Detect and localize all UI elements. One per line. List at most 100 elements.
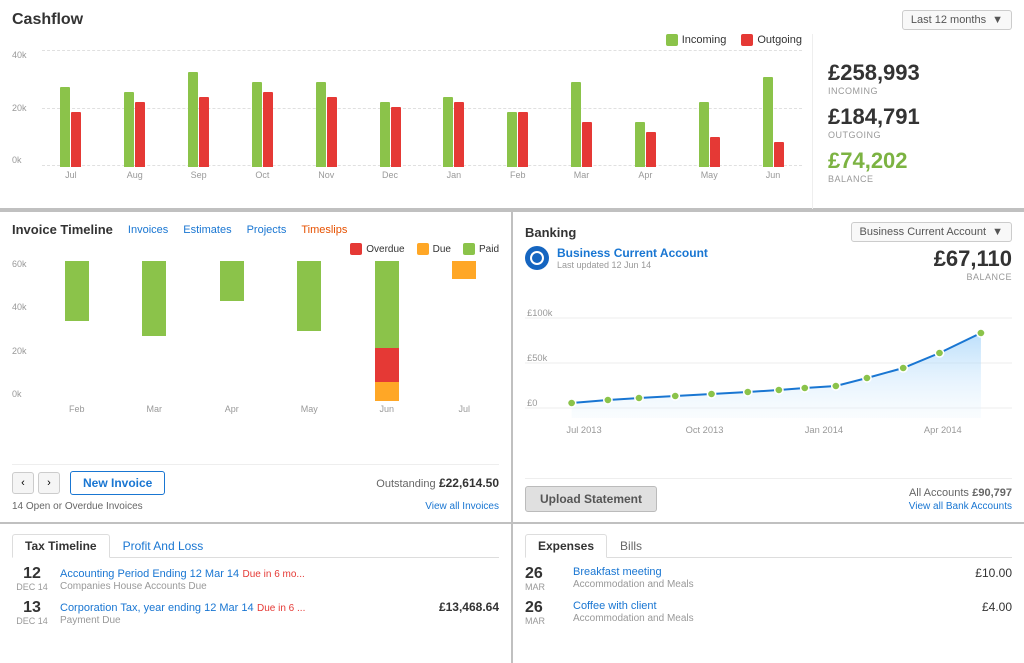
banking-header: Business Current Account Last updated 12… — [525, 246, 1012, 282]
new-invoice-button[interactable]: New Invoice — [70, 471, 165, 495]
expense-amount-1: £10.00 — [975, 566, 1012, 580]
inv-bar-group: Jul — [430, 261, 500, 414]
next-button[interactable]: › — [38, 472, 60, 494]
all-accounts-amount: £90,797 — [972, 487, 1012, 499]
outgoing-bar — [646, 132, 656, 167]
paid-bar — [220, 261, 244, 301]
outgoing-bar — [327, 97, 337, 167]
tax-entry-1: 12 DEC 14 Accounting Period Ending 12 Ma… — [12, 566, 499, 592]
svg-text:Jul 2013: Jul 2013 — [566, 425, 601, 435]
outgoing-bar — [135, 102, 145, 167]
outgoing-label: OUTGOING — [828, 130, 1012, 140]
inv-bar-group: Apr — [197, 261, 267, 414]
inv-bar-group: May — [275, 261, 345, 414]
cashflow-chart: Incoming Outgoing 40k 20k — [12, 34, 802, 209]
incoming-bar — [380, 102, 390, 167]
outstanding-amount: £22,614.50 — [439, 476, 499, 490]
upload-statement-button[interactable]: Upload Statement — [525, 486, 657, 512]
outgoing-bar — [774, 142, 784, 167]
all-accounts-label: All Accounts — [909, 487, 969, 499]
svg-text:Apr 2014: Apr 2014 — [924, 425, 962, 435]
bank-logo — [525, 246, 549, 270]
tab-timeslips[interactable]: Timeslips — [301, 224, 347, 236]
svg-text:£0: £0 — [527, 398, 537, 408]
period-selector[interactable]: Last 12 months ▼ — [902, 10, 1012, 30]
line-chart-svg: £100k £50k £0 — [525, 288, 1012, 438]
bills-tab[interactable]: Bills — [607, 534, 655, 558]
due-bar — [452, 261, 476, 279]
incoming-bar — [571, 82, 581, 167]
banking-panel: Banking Business Current Account ▼ Busin… — [513, 212, 1024, 522]
incoming-bar — [635, 122, 645, 167]
paid-bar — [142, 261, 166, 336]
banking-footer: Upload Statement All Accounts £90,797 Vi… — [525, 478, 1012, 512]
bank-balance-label: BALANCE — [934, 272, 1012, 282]
incoming-legend-dot — [666, 34, 678, 46]
incoming-bar — [699, 102, 709, 167]
banking-title: Banking — [525, 225, 576, 240]
expense-entry-1: 26 MAR Breakfast meeting Accommodation a… — [525, 566, 1012, 592]
nav-arrows: ‹ › — [12, 472, 60, 494]
incoming-bar — [252, 82, 262, 167]
expense-sub-1: Accommodation and Meals — [573, 579, 967, 590]
cashflow-panel: Cashflow Last 12 months ▼ Incoming Outgo… — [0, 0, 1024, 210]
balance-amount: £74,202 — [828, 148, 1012, 174]
bar-group: Nov — [297, 52, 355, 180]
inv-bar-group: Mar — [120, 261, 190, 414]
incoming-bar — [316, 82, 326, 167]
paid-bar — [375, 261, 399, 348]
expense-date-2: 26 MAR — [525, 600, 565, 626]
bank-logo-inner — [530, 251, 544, 265]
bar-group: May — [680, 52, 738, 180]
cashflow-legend: Incoming Outgoing — [12, 34, 802, 46]
chevron-down-icon: ▼ — [992, 226, 1003, 238]
cashflow-title: Cashflow — [12, 11, 83, 29]
tax-entry-2-due: Due in 6 ... — [257, 603, 305, 614]
balance-label: BALANCE — [828, 174, 1012, 184]
expenses-tab-bar: Expenses Bills — [525, 534, 1012, 558]
expense-date-1: 26 MAR — [525, 566, 565, 592]
invoice-legend: Overdue Due Paid — [12, 243, 499, 255]
view-all-banks[interactable]: View all Bank Accounts — [909, 501, 1012, 512]
svg-text:Oct 2013: Oct 2013 — [686, 425, 724, 435]
tax-entry-2: 13 DEC 14 Corporation Tax, year ending 1… — [12, 600, 499, 626]
outgoing-amount: £184,791 — [828, 104, 1012, 130]
expense-entry-2: 26 MAR Coffee with client Accommodation … — [525, 600, 1012, 626]
tax-timeline-tab[interactable]: Tax Timeline — [12, 534, 110, 558]
invoice-chart: Overdue Due Paid 60k 40k 20k — [12, 243, 499, 460]
incoming-amount: £258,993 — [828, 60, 1012, 86]
incoming-bar — [763, 77, 773, 167]
date-badge-1: 12 DEC 14 — [12, 566, 52, 592]
paid-dot — [463, 243, 475, 255]
tax-entry-1-title[interactable]: Accounting Period Ending 12 Mar 14 — [60, 568, 239, 580]
banking-account-selector[interactable]: Business Current Account ▼ — [851, 222, 1012, 242]
due-dot — [417, 243, 429, 255]
inv-bar-group: Jun — [352, 261, 422, 414]
bar-group: Dec — [361, 52, 419, 180]
expenses-tab[interactable]: Expenses — [525, 534, 607, 558]
overdue-bar — [375, 348, 399, 382]
tab-invoices[interactable]: Invoices — [128, 224, 168, 236]
profit-loss-tab[interactable]: Profit And Loss — [110, 534, 217, 558]
bank-account-name[interactable]: Business Current Account — [557, 246, 708, 260]
outgoing-bar — [391, 107, 401, 167]
invoice-title: Invoice Timeline — [12, 222, 113, 237]
paid-bar — [297, 261, 321, 331]
outgoing-bar — [71, 112, 81, 167]
expense-title-1[interactable]: Breakfast meeting — [573, 566, 967, 578]
bank-balance-display: £67,110 BALANCE — [934, 246, 1012, 282]
incoming-bar — [124, 92, 134, 167]
bar-group: Sep — [170, 52, 228, 180]
prev-button[interactable]: ‹ — [12, 472, 34, 494]
view-all-invoices[interactable]: View all Invoices — [425, 501, 499, 512]
tax-entry-2-sub: Payment Due — [60, 615, 431, 626]
tax-entry-2-title[interactable]: Corporation Tax, year ending 12 Mar 14 — [60, 602, 254, 614]
expense-title-2[interactable]: Coffee with client — [573, 600, 974, 612]
tab-projects[interactable]: Projects — [247, 224, 287, 236]
incoming-label: INCOMING — [828, 86, 1012, 96]
tax-tab-bar: Tax Timeline Profit And Loss — [12, 534, 499, 558]
tab-estimates[interactable]: Estimates — [183, 224, 231, 236]
bank-balance-amount: £67,110 — [934, 246, 1012, 272]
svg-text:Jan 2014: Jan 2014 — [805, 425, 843, 435]
bar-group: Jun — [744, 52, 802, 180]
